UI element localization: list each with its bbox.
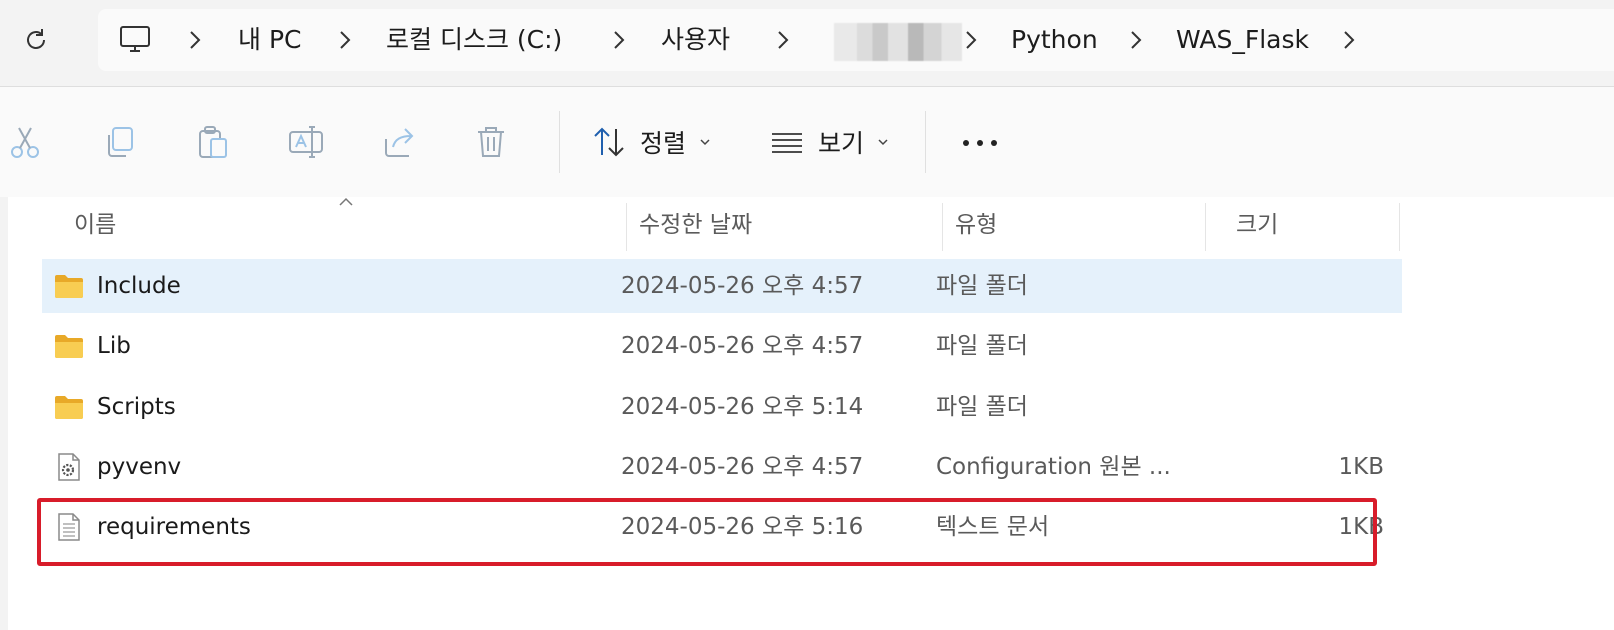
file-name: Lib bbox=[97, 333, 131, 359]
file-size: 1KB bbox=[1338, 454, 1385, 480]
toolbar-separator bbox=[925, 111, 926, 173]
folder-icon bbox=[55, 396, 83, 419]
chevron-down-icon bbox=[878, 139, 888, 146]
refresh-icon bbox=[27, 29, 45, 49]
sort-ascending-icon bbox=[339, 197, 353, 206]
file-row-pyvenv[interactable]: pyvenv 2024-05-26 오후 4:57 Configuration … bbox=[42, 440, 1402, 494]
chevron-right-icon[interactable] bbox=[1123, 27, 1149, 53]
file-row-scripts[interactable]: Scripts 2024-05-26 오후 5:14 파일 폴더 bbox=[42, 380, 1402, 434]
toolbar-separator bbox=[559, 111, 560, 173]
file-row-lib[interactable]: Lib 2024-05-26 오후 4:57 파일 폴더 bbox=[42, 319, 1402, 373]
rename-icon[interactable] bbox=[287, 123, 325, 161]
file-type: Configuration 원본 ... bbox=[936, 454, 1171, 480]
cut-icon[interactable] bbox=[6, 123, 44, 161]
command-bar: 정렬 보기 bbox=[0, 86, 1614, 198]
chevron-right-icon[interactable] bbox=[1336, 27, 1362, 53]
sort-icon bbox=[594, 127, 624, 157]
more-icon[interactable] bbox=[962, 139, 998, 147]
file-name: Scripts bbox=[97, 394, 176, 420]
chevron-right-icon[interactable] bbox=[770, 27, 796, 53]
breadcrumb-item-was-flask[interactable]: WAS_Flask bbox=[1176, 9, 1309, 71]
folder-icon bbox=[55, 275, 83, 298]
breadcrumb-item-python[interactable]: Python bbox=[1011, 9, 1098, 71]
highlight-annotation-box bbox=[37, 498, 1377, 566]
view-label: 보기 bbox=[818, 129, 865, 158]
breadcrumb: 내 PC 로컬 디스크 (C:) 사용자 Python WAS_Flask bbox=[98, 9, 1614, 71]
delete-icon[interactable] bbox=[472, 123, 510, 161]
column-date[interactable]: 수정한 날짜 bbox=[639, 197, 752, 253]
address-bar[interactable]: 내 PC 로컬 디스크 (C:) 사용자 Python WAS_Flask bbox=[98, 9, 1614, 71]
copy-icon[interactable] bbox=[100, 123, 138, 161]
breadcrumb-item-users[interactable]: 사용자 bbox=[661, 9, 730, 71]
chevron-right-icon[interactable] bbox=[958, 27, 984, 53]
column-divider[interactable] bbox=[1205, 203, 1206, 251]
chevron-right-icon[interactable] bbox=[332, 27, 358, 53]
column-divider[interactable] bbox=[626, 203, 627, 251]
file-date: 2024-05-26 오후 4:57 bbox=[621, 454, 864, 480]
config-file-icon bbox=[58, 453, 80, 481]
share-icon[interactable] bbox=[381, 123, 419, 161]
file-type: 파일 폴더 bbox=[936, 333, 1028, 359]
view-button[interactable]: 보기 bbox=[770, 117, 890, 167]
breadcrumb-item-local-disk[interactable]: 로컬 디스크 (C:) bbox=[386, 9, 562, 71]
refresh-button[interactable] bbox=[18, 22, 54, 58]
column-type[interactable]: 유형 bbox=[955, 197, 997, 253]
file-type: 파일 폴더 bbox=[936, 394, 1028, 420]
paste-icon[interactable] bbox=[194, 123, 232, 161]
column-name[interactable]: 이름 bbox=[74, 197, 116, 253]
computer-icon[interactable] bbox=[118, 23, 152, 57]
file-name: pyvenv bbox=[97, 454, 182, 480]
file-row-include[interactable]: Include 2024-05-26 오후 4:57 파일 폴더 bbox=[42, 259, 1402, 313]
folder-icon bbox=[55, 335, 83, 358]
chevron-right-icon[interactable] bbox=[182, 27, 208, 53]
file-date: 2024-05-26 오후 4:57 bbox=[621, 333, 864, 359]
breadcrumb-item-redacted-user[interactable] bbox=[834, 23, 962, 61]
column-header: 이름 수정한 날짜 유형 크기 bbox=[8, 197, 1408, 253]
address-row: 내 PC 로컬 디스크 (C:) 사용자 Python WAS_Flask bbox=[0, 0, 1614, 86]
file-name: Include bbox=[97, 273, 181, 299]
chevron-right-icon[interactable] bbox=[606, 27, 632, 53]
chevron-down-icon bbox=[700, 139, 710, 146]
file-date: 2024-05-26 오후 5:14 bbox=[621, 394, 864, 420]
view-icon bbox=[772, 133, 802, 153]
column-divider[interactable] bbox=[1399, 203, 1400, 251]
column-size[interactable]: 크기 bbox=[1236, 197, 1278, 253]
file-type: 파일 폴더 bbox=[936, 273, 1028, 299]
column-divider[interactable] bbox=[942, 203, 943, 251]
file-date: 2024-05-26 오후 4:57 bbox=[621, 273, 864, 299]
breadcrumb-item-my-pc[interactable]: 내 PC bbox=[238, 9, 301, 71]
sort-button[interactable]: 정렬 bbox=[592, 117, 712, 167]
sort-label: 정렬 bbox=[640, 129, 687, 158]
